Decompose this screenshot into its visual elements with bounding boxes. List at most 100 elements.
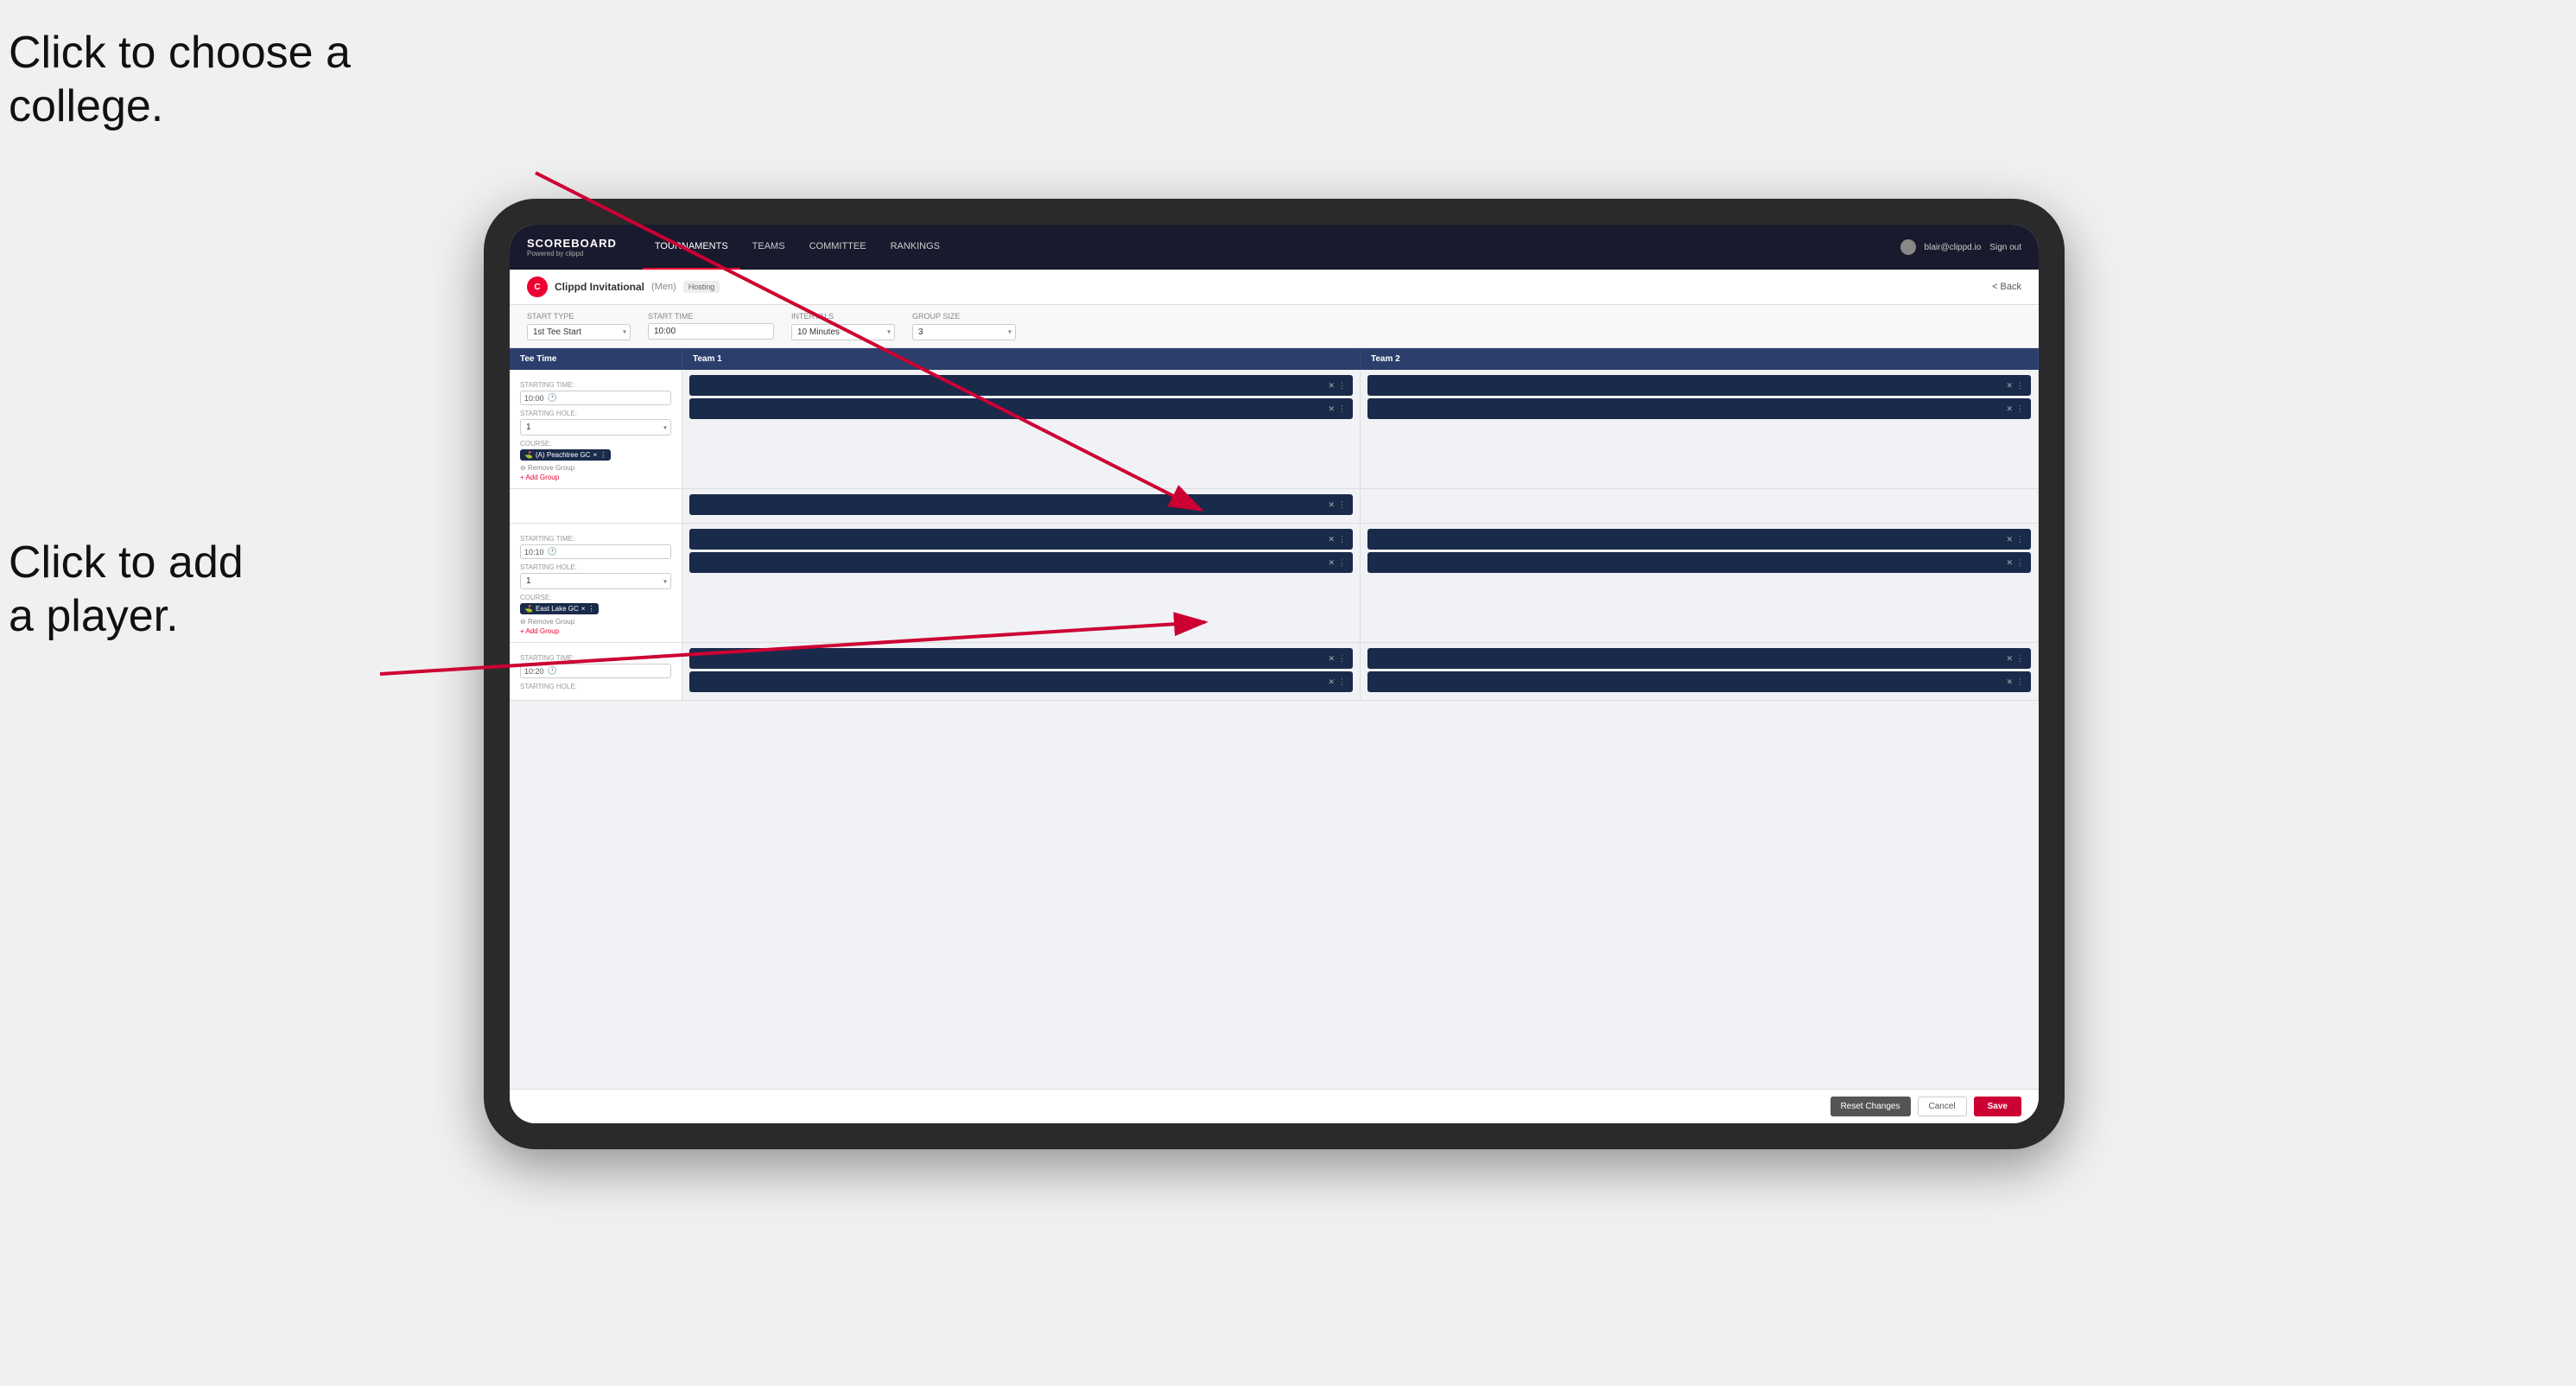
th-tee-time: Tee Time [510, 348, 682, 370]
start-time-input[interactable] [648, 323, 774, 340]
annotation-line4: a player. [9, 591, 179, 641]
player-slot-t1-2-2[interactable]: ✕ ⋮ [689, 552, 1353, 573]
player-slot-t1-course-1[interactable]: ✕ ⋮ [689, 494, 1353, 515]
sub-header: C Clippd Invitational (Men) Hosting < Ba… [510, 270, 2039, 305]
course-badge-2[interactable]: ⛳ East Lake GC × ⋮ [520, 603, 599, 614]
group-size-select[interactable]: 3 2 4 [912, 324, 1016, 340]
group-left-1: STARTING TIME: 10:00 🕐 STARTING HOLE: 1 … [510, 370, 682, 488]
group-team1-2: ✕ ⋮ ✕ ⋮ [682, 524, 1361, 642]
remove-group-2[interactable]: ⊖ Remove Group [520, 618, 671, 626]
group-size-label: Group Size [912, 312, 1016, 321]
course-row-1: ✕ ⋮ [510, 489, 2039, 524]
nav-tab-teams[interactable]: TEAMS [740, 225, 797, 270]
slot-close-icon-8[interactable]: ✕ [2006, 558, 2013, 568]
starting-hole-label-3: STARTING HOLE: [520, 683, 671, 690]
back-button[interactable]: < Back [1992, 282, 2021, 292]
group-row-3: STARTING TIME: 10:20 🕐 STARTING HOLE: ✕ … [510, 643, 2039, 701]
intervals-select-wrapper[interactable]: 10 Minutes 8 Minutes 12 Minutes [791, 323, 895, 340]
nav-tabs: TOURNAMENTS TEAMS COMMITTEE RANKINGS [643, 225, 1900, 270]
clock-icon-1: 🕐 [548, 393, 557, 403]
course-remove-2[interactable]: × [581, 605, 586, 613]
starting-time-input-1[interactable]: 10:00 🕐 [520, 391, 671, 405]
player-slot-t1-3-1[interactable]: ✕ ⋮ [689, 648, 1353, 669]
starting-hole-wrapper-1[interactable]: 1 10 [520, 419, 671, 436]
slot-close-icon-1[interactable]: ✕ [1328, 381, 1335, 391]
tablet-frame: SCOREBOARD Powered by clippd TOURNAMENTS… [484, 199, 2065, 1149]
slot-close-icon-11[interactable]: ✕ [2006, 654, 2013, 664]
cancel-button[interactable]: Cancel [1918, 1097, 1967, 1116]
start-time-group: Start Time [648, 312, 774, 340]
sign-out-link[interactable]: Sign out [1989, 243, 2021, 252]
slot-menu-icon-3[interactable]: ⋮ [2016, 381, 2024, 391]
player-slot-t2-3-2[interactable]: ✕ ⋮ [1367, 671, 2031, 692]
slot-close-icon-4[interactable]: ✕ [2006, 404, 2013, 414]
add-group-2[interactable]: + Add Group [520, 627, 671, 635]
slot-close-icon-3[interactable]: ✕ [2006, 381, 2013, 391]
course-badge-1[interactable]: ⛳ (A) Peachtree GC × ⋮ [520, 449, 611, 461]
slot-menu-icon-5[interactable]: ⋮ [1338, 535, 1346, 544]
player-slot-t2-2-1[interactable]: ✕ ⋮ [1367, 529, 2031, 550]
nav-tab-rankings[interactable]: RANKINGS [879, 225, 952, 270]
slot-close-icon-6[interactable]: ✕ [1328, 558, 1335, 568]
player-slot-t2-1-2[interactable]: ✕ ⋮ [1367, 398, 2031, 419]
slot-menu-icon-12[interactable]: ⋮ [2016, 677, 2024, 687]
starting-time-input-3[interactable]: 10:20 🕐 [520, 664, 671, 678]
course-flag-2: ⛳ [524, 605, 533, 613]
player-slot-t1-1-2[interactable]: ✕ ⋮ [689, 398, 1353, 419]
time-value-1: 10:00 [524, 394, 544, 403]
course-remove-1[interactable]: × [593, 451, 598, 459]
slot-menu-icon-11[interactable]: ⋮ [2016, 654, 2024, 664]
slot-menu-icon-6[interactable]: ⋮ [1338, 558, 1346, 568]
slot-menu-icon-2[interactable]: ⋮ [1338, 404, 1346, 414]
table-content: STARTING TIME: 10:00 🕐 STARTING HOLE: 1 … [510, 370, 2039, 1089]
player-slot-t1-3-2[interactable]: ✕ ⋮ [689, 671, 1353, 692]
add-group-1[interactable]: + Add Group [520, 474, 671, 481]
controls-row: Start Type 1st Tee Start Shotgun Start S… [510, 305, 2039, 348]
logo-title: SCOREBOARD [527, 237, 617, 250]
slot-menu-icon-1[interactable]: ⋮ [1338, 381, 1346, 391]
player-slot-t1-2-1[interactable]: ✕ ⋮ [689, 529, 1353, 550]
group-size-group: Group Size 3 2 4 [912, 312, 1016, 340]
remove-group-1[interactable]: ⊖ Remove Group [520, 464, 671, 472]
slot-close-icon-5[interactable]: ✕ [1328, 535, 1335, 544]
starting-time-label-2: STARTING TIME: [520, 535, 671, 543]
slot-menu-icon-c1[interactable]: ⋮ [1338, 500, 1346, 510]
player-slot-t2-3-1[interactable]: ✕ ⋮ [1367, 648, 2031, 669]
starting-time-input-2[interactable]: 10:10 🕐 [520, 544, 671, 559]
slot-menu-icon-7[interactable]: ⋮ [2016, 535, 2024, 544]
save-button[interactable]: Save [1974, 1097, 2021, 1116]
hosting-badge: Hosting [683, 281, 720, 293]
starting-hole-select-1[interactable]: 1 10 [520, 419, 671, 436]
slot-close-icon-9[interactable]: ✕ [1328, 654, 1335, 664]
player-slot-t2-2-2[interactable]: ✕ ⋮ [1367, 552, 2031, 573]
starting-hole-select-2[interactable]: 1 10 [520, 573, 671, 589]
slot-close-icon-12[interactable]: ✕ [2006, 677, 2013, 687]
course-field-1: ⛳ (A) Peachtree GC × ⋮ [520, 449, 671, 461]
sub-header-left: C Clippd Invitational (Men) Hosting [527, 277, 720, 297]
nav-tab-committee[interactable]: COMMITTEE [797, 225, 879, 270]
slot-close-icon-c1[interactable]: ✕ [1328, 500, 1335, 510]
slot-menu-icon-10[interactable]: ⋮ [1338, 677, 1346, 687]
intervals-select[interactable]: 10 Minutes 8 Minutes 12 Minutes [791, 324, 895, 340]
slot-close-icon-7[interactable]: ✕ [2006, 535, 2013, 544]
course-edit-1[interactable]: ⋮ [600, 451, 606, 459]
course-label-2: COURSE: [520, 594, 671, 601]
slot-close-icon-10[interactable]: ✕ [1328, 677, 1335, 687]
start-type-select-wrapper[interactable]: 1st Tee Start Shotgun Start [527, 323, 631, 340]
reset-button[interactable]: Reset Changes [1830, 1097, 1911, 1116]
starting-time-label-1: STARTING TIME: [520, 381, 671, 389]
table-header: Tee Time Team 1 Team 2 [510, 348, 2039, 370]
slot-menu-icon-9[interactable]: ⋮ [1338, 654, 1346, 664]
player-slot-t2-1-1[interactable]: ✕ ⋮ [1367, 375, 2031, 396]
starting-hole-wrapper-2[interactable]: 1 10 [520, 573, 671, 589]
slot-close-icon-2[interactable]: ✕ [1328, 404, 1335, 414]
group-size-select-wrapper[interactable]: 3 2 4 [912, 323, 1016, 340]
start-type-select[interactable]: 1st Tee Start Shotgun Start [527, 324, 631, 340]
slot-menu-icon-8[interactable]: ⋮ [2016, 558, 2024, 568]
slot-menu-icon-4[interactable]: ⋮ [2016, 404, 2024, 414]
logo-sub: Powered by clippd [527, 250, 617, 257]
course-field-2: ⛳ East Lake GC × ⋮ [520, 603, 671, 614]
nav-tab-tournaments[interactable]: TOURNAMENTS [643, 225, 740, 270]
player-slot-t1-1-1[interactable]: ✕ ⋮ [689, 375, 1353, 396]
course-edit-2[interactable]: ⋮ [587, 605, 594, 613]
